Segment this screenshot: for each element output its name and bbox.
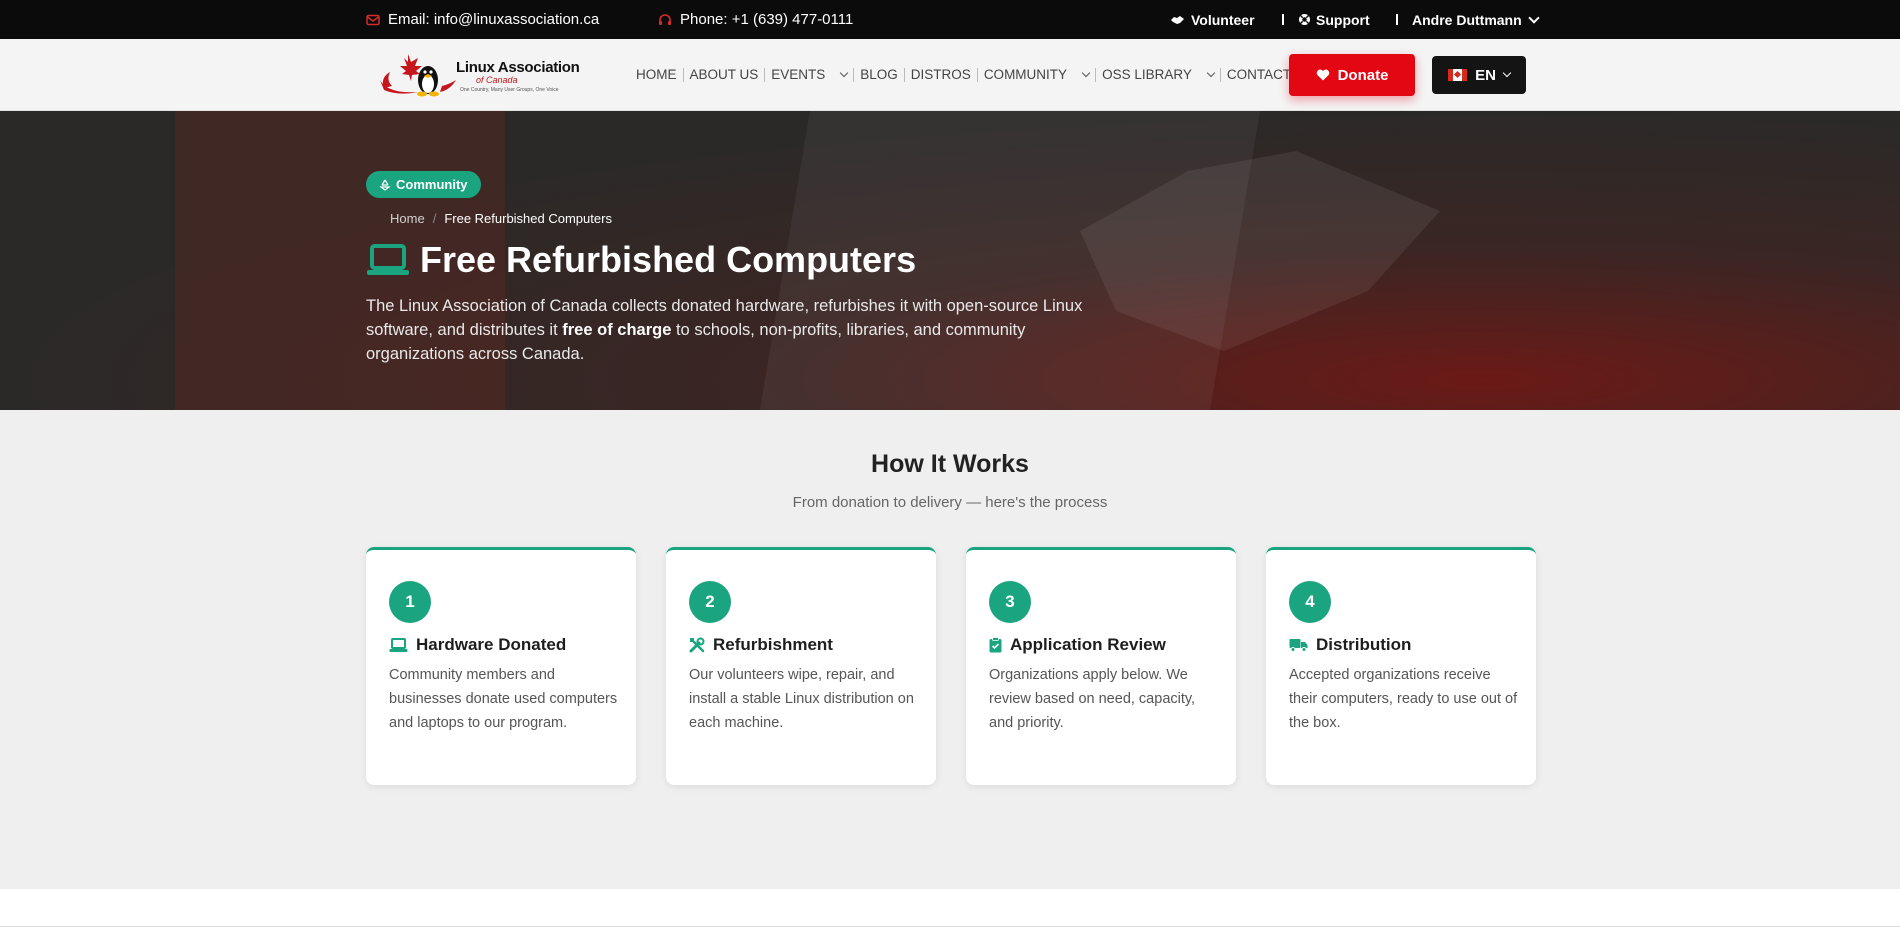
chevron-down-icon [840, 68, 849, 78]
step-title: Hardware Donated [389, 635, 566, 655]
nav-label: COMMUNITY [983, 67, 1068, 82]
donate-label: Donate [1337, 66, 1389, 84]
nav-item-distros[interactable]: DISTROS [905, 68, 978, 82]
heart-icon [1316, 69, 1329, 81]
nav-label: BLOG [860, 67, 898, 82]
email-link[interactable]: Email: info@linuxassociation.ca [366, 0, 599, 39]
primary-nav: HOME ABOUT US EVENTS BLOG DISTROS COMMUN… [636, 39, 1319, 111]
nav-item-about-us[interactable]: ABOUT US [684, 68, 766, 82]
support-link[interactable]: Support [1298, 0, 1370, 39]
donate-button[interactable]: Donate [1289, 54, 1415, 96]
phone-link[interactable]: Phone: +1 (639) 477-0111 [658, 0, 853, 39]
user-menu[interactable]: Andre Duttmann [1412, 0, 1540, 39]
step-title: Refurbishment [689, 635, 833, 655]
step-description: Our volunteers wipe, repair, and install… [689, 667, 914, 731]
breadcrumb: Home / Free Refurbished Computers [390, 211, 612, 226]
page-title-text: Free Refurbished Computers [420, 239, 917, 280]
logo-title: Linux Association [456, 59, 580, 76]
volunteer-label: Volunteer [1191, 11, 1255, 28]
envelope-icon [366, 14, 380, 25]
badge-label: Community [396, 177, 468, 192]
recycle-icon [379, 179, 391, 191]
step-card: 4 Distribution Accepted organizations re… [1266, 547, 1536, 785]
hero-description: The Linux Association of Canada collects… [366, 294, 1106, 366]
step-card: 2 Refurbishment Our volunteers wipe, rep… [666, 547, 936, 785]
handshake-icon [1171, 15, 1184, 24]
user-name: Andre Duttmann [1412, 11, 1522, 28]
email-text: Email: info@linuxassociation.ca [388, 11, 600, 28]
clipboard-check-icon [989, 637, 1002, 653]
phone-text: Phone: +1 (639) 477-0111 [680, 11, 854, 28]
step-number: 2 [689, 581, 731, 623]
nav-item-oss-library[interactable]: OSS LIBRARY [1096, 68, 1221, 82]
hero-desc-bold: free of charge [562, 321, 672, 339]
main-navbar: Linux Association of Canada One Country,… [0, 39, 1900, 111]
step-card: 3 Application Review Organizations apply… [966, 547, 1236, 785]
language-selector[interactable]: EN [1432, 56, 1526, 94]
section-subtitle: From donation to delivery — here's the p… [792, 494, 1108, 511]
nav-label: EVENTS [771, 67, 826, 82]
nav-label: HOME [636, 67, 677, 82]
truck-icon [1289, 639, 1308, 652]
step-description: Organizations apply below. We review bas… [989, 667, 1196, 731]
headset-icon [659, 13, 671, 25]
hero-banner: Community Home / Free Refurbished Comput… [0, 111, 1900, 410]
canada-flag-icon [1448, 69, 1468, 81]
chevron-down-icon [1528, 11, 1540, 24]
laptop-icon [389, 637, 408, 652]
nav-label: OSS LIBRARY [1102, 67, 1192, 82]
tools-icon [689, 637, 705, 653]
page-title: Free Refurbished Computers [366, 239, 916, 281]
topbar-divider [1396, 14, 1398, 25]
nav-item-home[interactable]: HOME [636, 68, 684, 82]
site-logo[interactable]: Linux Association of Canada One Country,… [378, 50, 580, 100]
logo-subtitle: of Canada [476, 75, 518, 85]
top-bar: Email: info@linuxassociation.ca Phone: +… [0, 0, 1900, 39]
topbar-divider [1282, 14, 1284, 25]
section-title: How It Works [871, 450, 1029, 478]
volunteer-link[interactable]: Volunteer [1170, 0, 1255, 39]
nav-label: DISTROS [910, 67, 971, 82]
category-badge[interactable]: Community [366, 171, 481, 198]
step-description: Community members and businesses donate … [389, 667, 618, 731]
step-title: Distribution [1289, 635, 1411, 655]
nav-item-blog[interactable]: BLOG [854, 68, 905, 82]
breadcrumb-current: Free Refurbished Computers [444, 211, 612, 226]
step-number: 3 [989, 581, 1031, 623]
support-label: Support [1316, 11, 1370, 28]
step-title-text: Refurbishment [713, 635, 833, 654]
step-card: 1 Hardware Donated Community members and… [366, 547, 636, 785]
next-section [0, 889, 1900, 927]
step-title-text: Distribution [1316, 635, 1412, 654]
step-title-text: Hardware Donated [416, 635, 567, 654]
language-label: EN [1475, 66, 1496, 84]
step-number: 1 [389, 581, 431, 623]
tux-maple-logo-icon [380, 54, 456, 97]
breadcrumb-separator: / [432, 211, 437, 226]
step-title: Application Review [989, 635, 1166, 655]
step-description: Accepted organizations receive their com… [1289, 667, 1518, 731]
step-number: 4 [1289, 581, 1331, 623]
lifebuoy-icon [1299, 14, 1310, 25]
nav-item-community[interactable]: COMMUNITY [978, 67, 1097, 82]
nav-label: ABOUT US [689, 67, 759, 82]
nav-item-events[interactable]: EVENTS [765, 67, 855, 82]
chevron-down-icon [1502, 68, 1512, 78]
chevron-down-icon [1206, 68, 1216, 78]
step-title-text: Application Review [1010, 635, 1166, 654]
logo-tagline: One Country, Many User Groups, One Voice [460, 87, 559, 93]
chevron-down-icon [1081, 68, 1091, 78]
laptop-icon [367, 244, 409, 275]
breadcrumb-home[interactable]: Home [390, 211, 425, 226]
